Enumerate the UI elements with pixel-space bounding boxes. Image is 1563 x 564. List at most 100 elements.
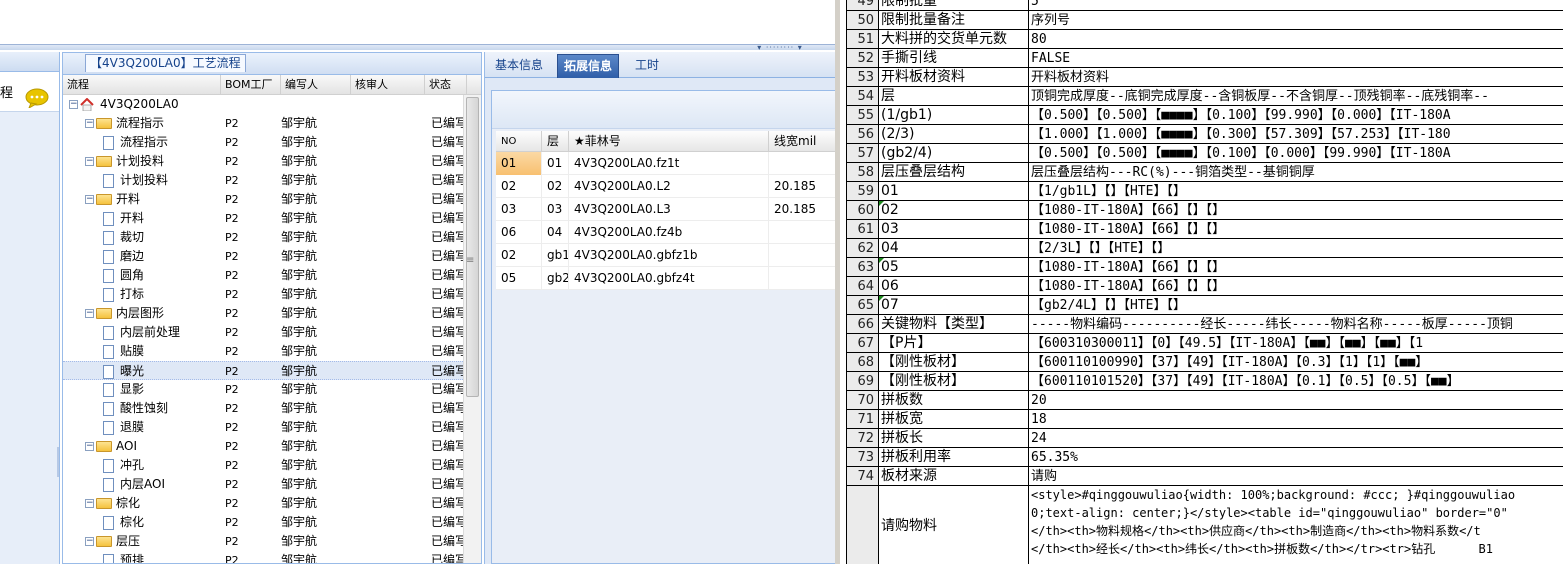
tree-row[interactable]: 棕化 P2 邹宇航 已编写 — [63, 513, 463, 532]
grid-cell-line-width[interactable]: 20.185 — [769, 175, 835, 198]
grid-cell-film-no[interactable]: 4V3Q200LA0.gbfz4t — [569, 267, 769, 290]
property-row[interactable]: 53 开料板材资料 开料板材资料 — [846, 67, 1563, 87]
tree-node[interactable]: − 开料 — [63, 190, 221, 209]
grid-cell-no[interactable]: 03 — [496, 198, 542, 221]
tree-row[interactable]: 贴膜 P2 邹宇航 已编写 — [63, 342, 463, 361]
row-number-cell[interactable]: 54 — [846, 86, 879, 106]
property-key-cell[interactable]: 【刚性板材】 — [878, 352, 1029, 372]
grid-cell-line-width[interactable] — [769, 267, 835, 290]
grid-cell-line-width[interactable] — [769, 244, 835, 267]
property-value-cell[interactable]: 【1080-IT-180A】【66】【】【】 — [1028, 257, 1563, 277]
grid-cell-layer[interactable]: 01 — [542, 152, 569, 175]
column-header-reviewer[interactable]: 核审人 — [351, 75, 425, 95]
row-number-cell[interactable]: 60 — [846, 200, 879, 220]
property-value-cell[interactable]: 65.35% — [1028, 447, 1563, 467]
grid-cell-layer[interactable]: gb2 — [542, 267, 569, 290]
grid-cell-layer[interactable]: gb1 — [542, 244, 569, 267]
property-row[interactable]: 61 03 【1080-IT-180A】【66】【】【】 — [846, 219, 1563, 239]
property-row[interactable]: 65 07 【gb2/4L】【】【HTE】【】 — [846, 295, 1563, 315]
property-key-cell[interactable]: 拼板宽 — [878, 409, 1029, 429]
tab-extended-info[interactable]: 拓展信息 — [557, 54, 620, 78]
property-key-cell[interactable]: 关键物料【类型】 — [878, 314, 1029, 334]
grid-cell-film-no[interactable]: 4V3Q200LA0.L3 — [569, 198, 769, 221]
tree-row[interactable]: 计划投料 P2 邹宇航 已编写 — [63, 171, 463, 190]
tree-row[interactable]: 圆角 P2 邹宇航 已编写 — [63, 266, 463, 285]
grid-cell-line-width[interactable] — [769, 221, 835, 244]
property-row[interactable]: 69 【刚性板材】 【600110101520】【37】【49】【IT-180A】【… — [846, 371, 1563, 391]
tree-node[interactable]: 酸性蚀刻 — [63, 399, 221, 418]
row-number-cell[interactable]: 52 — [846, 48, 879, 68]
grid-row[interactable]: 02 02 4V3Q200LA0.L2 20.185 — [496, 175, 835, 198]
property-key-cell[interactable]: 限制批量 — [878, 0, 1029, 11]
grid-header-layer[interactable]: 层 — [542, 131, 569, 152]
property-row[interactable]: 68 【刚性板材】 【600110100990】【37】【49】【IT-180A】【… — [846, 352, 1563, 372]
property-row[interactable]: 58 层压叠层结构 层压叠层结构---RC(%)---铜箔类型--基铜铜厚 — [846, 162, 1563, 182]
collapse-toggle-icon[interactable]: − — [85, 537, 94, 546]
property-key-cell[interactable]: 板材来源 — [878, 466, 1029, 486]
tree-row[interactable]: − 层压 P2 邹宇航 已编写 — [63, 532, 463, 551]
property-value-cell[interactable]: 【gb2/4L】【】【HTE】【】 — [1028, 295, 1563, 315]
collapse-toggle-icon[interactable]: − — [85, 119, 94, 128]
collapse-toggle-icon[interactable]: − — [85, 442, 94, 451]
property-key-cell[interactable]: 限制批量备注 — [878, 10, 1029, 30]
grid-cell-film-no[interactable]: 4V3Q200LA0.fz4b — [569, 221, 769, 244]
column-header-process[interactable]: 流程 — [63, 75, 221, 95]
column-header-status[interactable]: 状态 — [425, 75, 467, 95]
property-row[interactable]: 52 手撕引线 FALSE — [846, 48, 1563, 68]
property-row[interactable]: 72 拼板长 24 — [846, 428, 1563, 448]
property-row[interactable]: 71 拼板宽 18 — [846, 409, 1563, 429]
tree-node[interactable]: 磨边 — [63, 247, 221, 266]
tree-row[interactable]: 裁切 P2 邹宇航 已编写 — [63, 228, 463, 247]
grid-row[interactable]: 03 03 4V3Q200LA0.L3 20.185 — [496, 198, 835, 221]
row-number-cell[interactable]: 62 — [846, 238, 879, 258]
tree-node[interactable]: 计划投料 — [63, 171, 221, 190]
grid-cell-film-no[interactable]: 4V3Q200LA0.L2 — [569, 175, 769, 198]
property-value-cell[interactable]: 24 — [1028, 428, 1563, 448]
row-number-cell[interactable]: 49 — [846, 0, 879, 11]
property-row[interactable]: 51 大料拼的交货单元数 80 — [846, 29, 1563, 49]
property-key-cell[interactable]: (2/3) — [878, 124, 1029, 144]
grid-row[interactable]: 06 04 4V3Q200LA0.fz4b — [496, 221, 835, 244]
row-number-cell[interactable]: 72 — [846, 428, 879, 448]
tree-row[interactable]: 流程指示 P2 邹宇航 已编写 — [63, 133, 463, 152]
tree-node[interactable]: − 计划投料 — [63, 152, 221, 171]
property-row[interactable]: 50 限制批量备注 序列号 — [846, 10, 1563, 30]
tree-row[interactable]: 酸性蚀刻 P2 邹宇航 已编写 — [63, 399, 463, 418]
property-row[interactable]: 59 01 【1/gb1L】【】【HTE】【】 — [846, 181, 1563, 201]
tree-row[interactable]: − 棕化 P2 邹宇航 已编写 — [63, 494, 463, 513]
property-value-cell[interactable]: 层压叠层结构---RC(%)---铜箔类型--基铜铜厚 — [1028, 162, 1563, 182]
row-number-cell[interactable]: 63 — [846, 257, 879, 277]
grid-cell-no[interactable]: 02 — [496, 244, 542, 267]
property-value-cell[interactable]: 【600110101520】【37】【49】【IT-180A】【0.1】【0.5… — [1028, 371, 1563, 391]
tree-node[interactable]: 贴膜 — [63, 342, 221, 361]
tree-row[interactable]: − 内层图形 P2 邹宇航 已编写 — [63, 304, 463, 323]
tree-row[interactable]: − 流程指示 P2 邹宇航 已编写 — [63, 114, 463, 133]
row-number-cell[interactable] — [846, 485, 879, 564]
tree-node[interactable]: 棕化 — [63, 513, 221, 532]
tree-row[interactable]: 磨边 P2 邹宇航 已编写 — [63, 247, 463, 266]
tree-node[interactable]: 圆角 — [63, 266, 221, 285]
property-key-cell[interactable]: 大料拼的交货单元数 — [878, 29, 1029, 49]
grid-cell-line-width[interactable] — [769, 152, 835, 175]
property-key-cell[interactable]: 【P片】 — [878, 333, 1029, 353]
row-number-cell[interactable]: 74 — [846, 466, 879, 486]
row-number-cell[interactable]: 55 — [846, 105, 879, 125]
tree-node[interactable]: 流程指示 — [63, 133, 221, 152]
row-number-cell[interactable]: 67 — [846, 333, 879, 353]
property-value-cell[interactable]: 【600110100990】【37】【49】【IT-180A】【0.3】【1】【… — [1028, 352, 1563, 372]
tree-panel-title[interactable]: 【4V3Q200LA0】工艺流程 — [85, 54, 246, 72]
tree-node[interactable]: 内层前处理 — [63, 323, 221, 342]
tree-row[interactable]: − AOI P2 邹宇航 已编写 — [63, 437, 463, 456]
tree-node[interactable]: 开料 — [63, 209, 221, 228]
tree-node[interactable]: − AOI — [63, 437, 221, 456]
tree-node[interactable]: 裁切 — [63, 228, 221, 247]
tree-row[interactable]: 开料 P2 邹宇航 已编写 — [63, 209, 463, 228]
tree-row[interactable]: 冲孔 P2 邹宇航 已编写 — [63, 456, 463, 475]
collapse-toggle-icon[interactable]: − — [85, 195, 94, 204]
grid-row[interactable]: 02 gb1 4V3Q200LA0.gbfz1b — [496, 244, 835, 267]
property-value-cell[interactable]: 【1080-IT-180A】【66】【】【】 — [1028, 200, 1563, 220]
property-value-cell[interactable]: <style>#qinggouwuliao{width: 100%;backgr… — [1028, 485, 1563, 564]
property-row[interactable]: 74 板材来源 请购 — [846, 466, 1563, 486]
tree-row[interactable]: 打标 P2 邹宇航 已编写 — [63, 285, 463, 304]
grid-cell-no[interactable]: 05 — [496, 267, 542, 290]
